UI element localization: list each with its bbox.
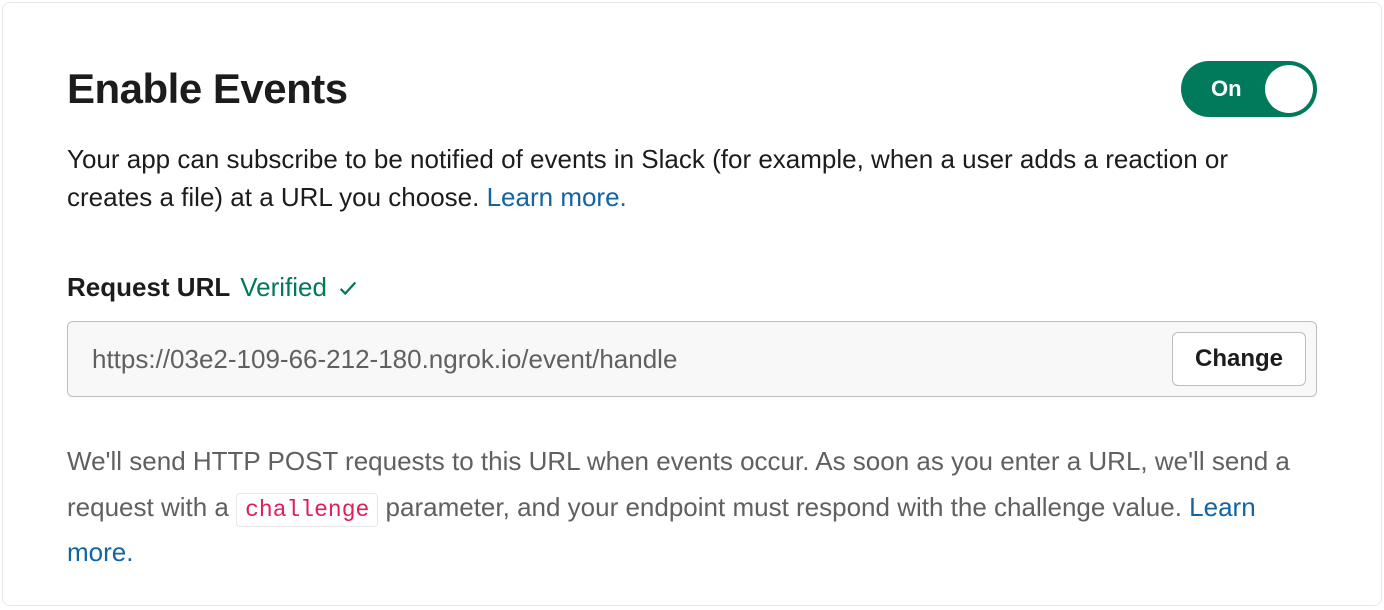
description-text: Your app can subscribe to be notified of… [67, 141, 1317, 216]
footer-text: We'll send HTTP POST requests to this UR… [67, 439, 1317, 576]
header-row: Enable Events On [67, 61, 1317, 117]
description-body: Your app can subscribe to be notified of… [67, 144, 1228, 212]
check-icon [337, 277, 359, 299]
request-url-label: Request URL [67, 272, 230, 303]
verified-status: Verified [240, 272, 327, 303]
request-url-input[interactable] [92, 344, 1172, 375]
enable-toggle[interactable]: On [1181, 61, 1317, 117]
footer-after-code: parameter, and your endpoint must respon… [378, 492, 1189, 522]
request-url-label-row: Request URL Verified [67, 272, 1317, 303]
request-url-box: Change [67, 321, 1317, 397]
enable-events-panel: Enable Events On Your app can subscribe … [2, 2, 1382, 606]
change-button[interactable]: Change [1172, 332, 1306, 386]
page-title: Enable Events [67, 65, 348, 113]
learn-more-link[interactable]: Learn more. [487, 182, 627, 212]
challenge-code: challenge [236, 493, 378, 527]
toggle-label: On [1211, 76, 1242, 102]
toggle-knob [1265, 65, 1313, 113]
